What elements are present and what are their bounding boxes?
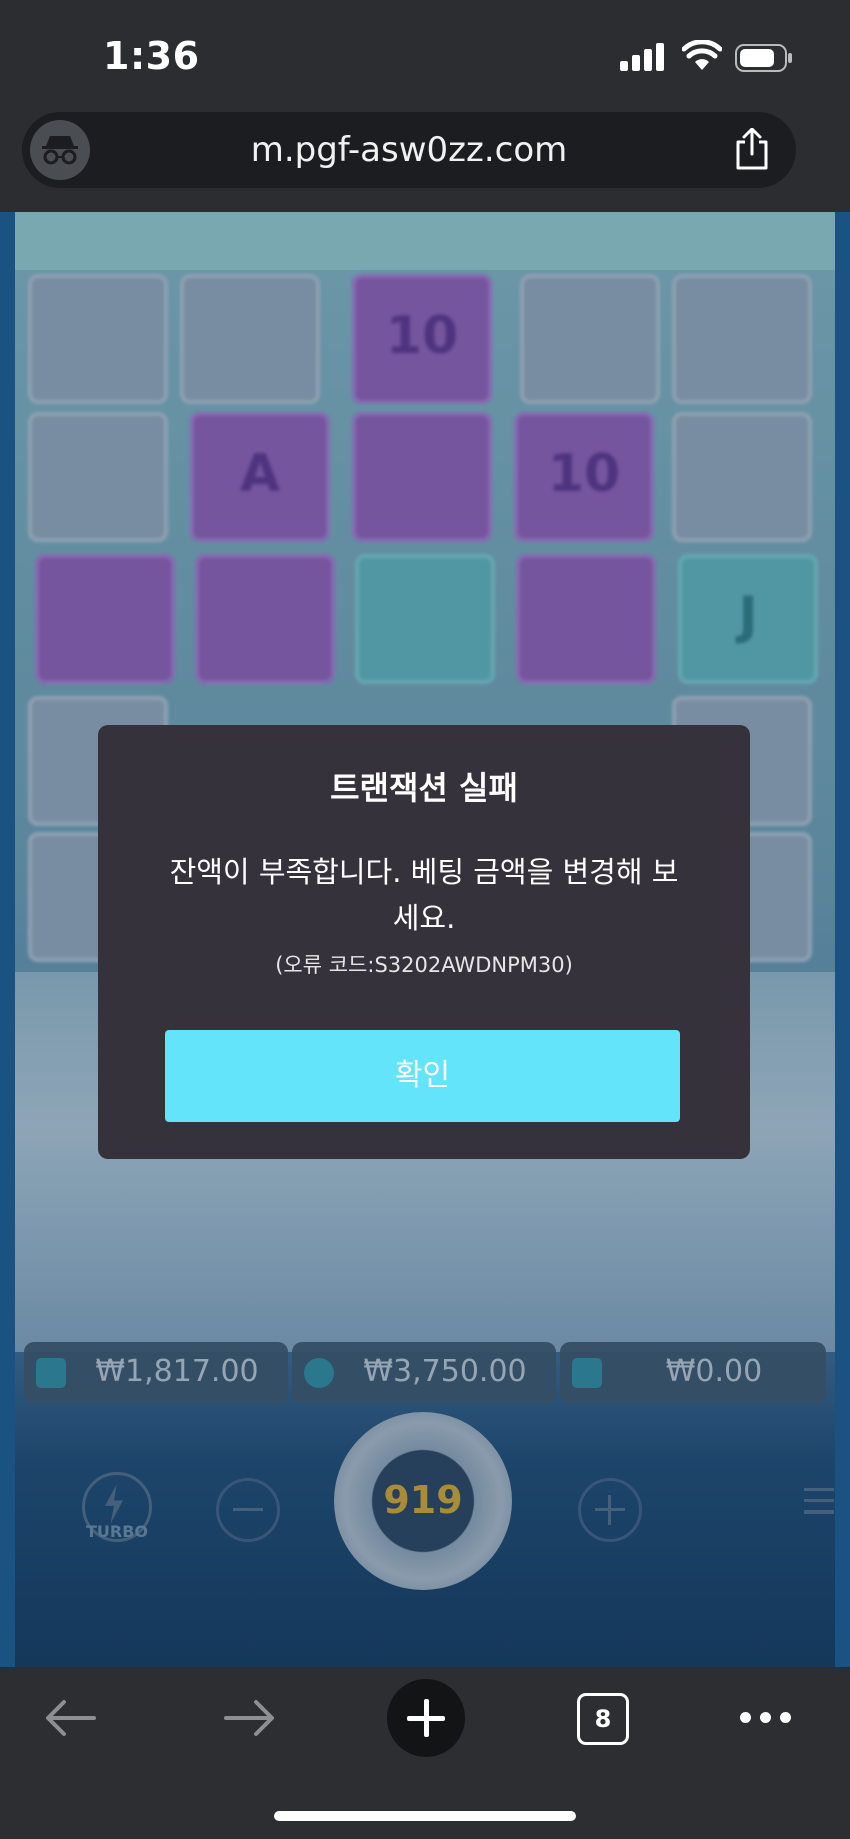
tabs-button[interactable]: 8 bbox=[577, 1693, 629, 1745]
cellular-signal-icon bbox=[620, 43, 664, 71]
dialog-message: 잔액이 부족합니다. 베팅 금액을 변경해 보세요. bbox=[169, 855, 679, 935]
address-bar[interactable]: m.pgf-asw0zz.com bbox=[22, 112, 796, 188]
new-tab-button[interactable] bbox=[387, 1679, 465, 1757]
confirm-button[interactable]: 확인 bbox=[165, 1030, 680, 1122]
back-arrow-icon[interactable] bbox=[40, 1698, 100, 1738]
transaction-failed-dialog: 트랜잭션 실패 잔액이 부족합니다. 베팅 금액을 변경해 보세요. (오류 코… bbox=[98, 725, 750, 1159]
dialog-error-code: (오류 코드:S3202AWDNPM30) bbox=[275, 953, 573, 977]
wifi-icon bbox=[682, 40, 722, 70]
url-text[interactable]: m.pgf-asw0zz.com bbox=[22, 130, 796, 170]
dialog-title: 트랜잭션 실패 bbox=[330, 769, 518, 807]
status-time: 1:36 bbox=[103, 34, 200, 78]
home-indicator bbox=[274, 1811, 576, 1821]
forward-arrow-icon[interactable] bbox=[220, 1698, 280, 1738]
status-bar: 1:36 bbox=[0, 0, 850, 110]
share-icon[interactable] bbox=[734, 128, 770, 170]
more-options-icon[interactable] bbox=[740, 1712, 792, 1724]
battery-icon bbox=[735, 44, 792, 72]
